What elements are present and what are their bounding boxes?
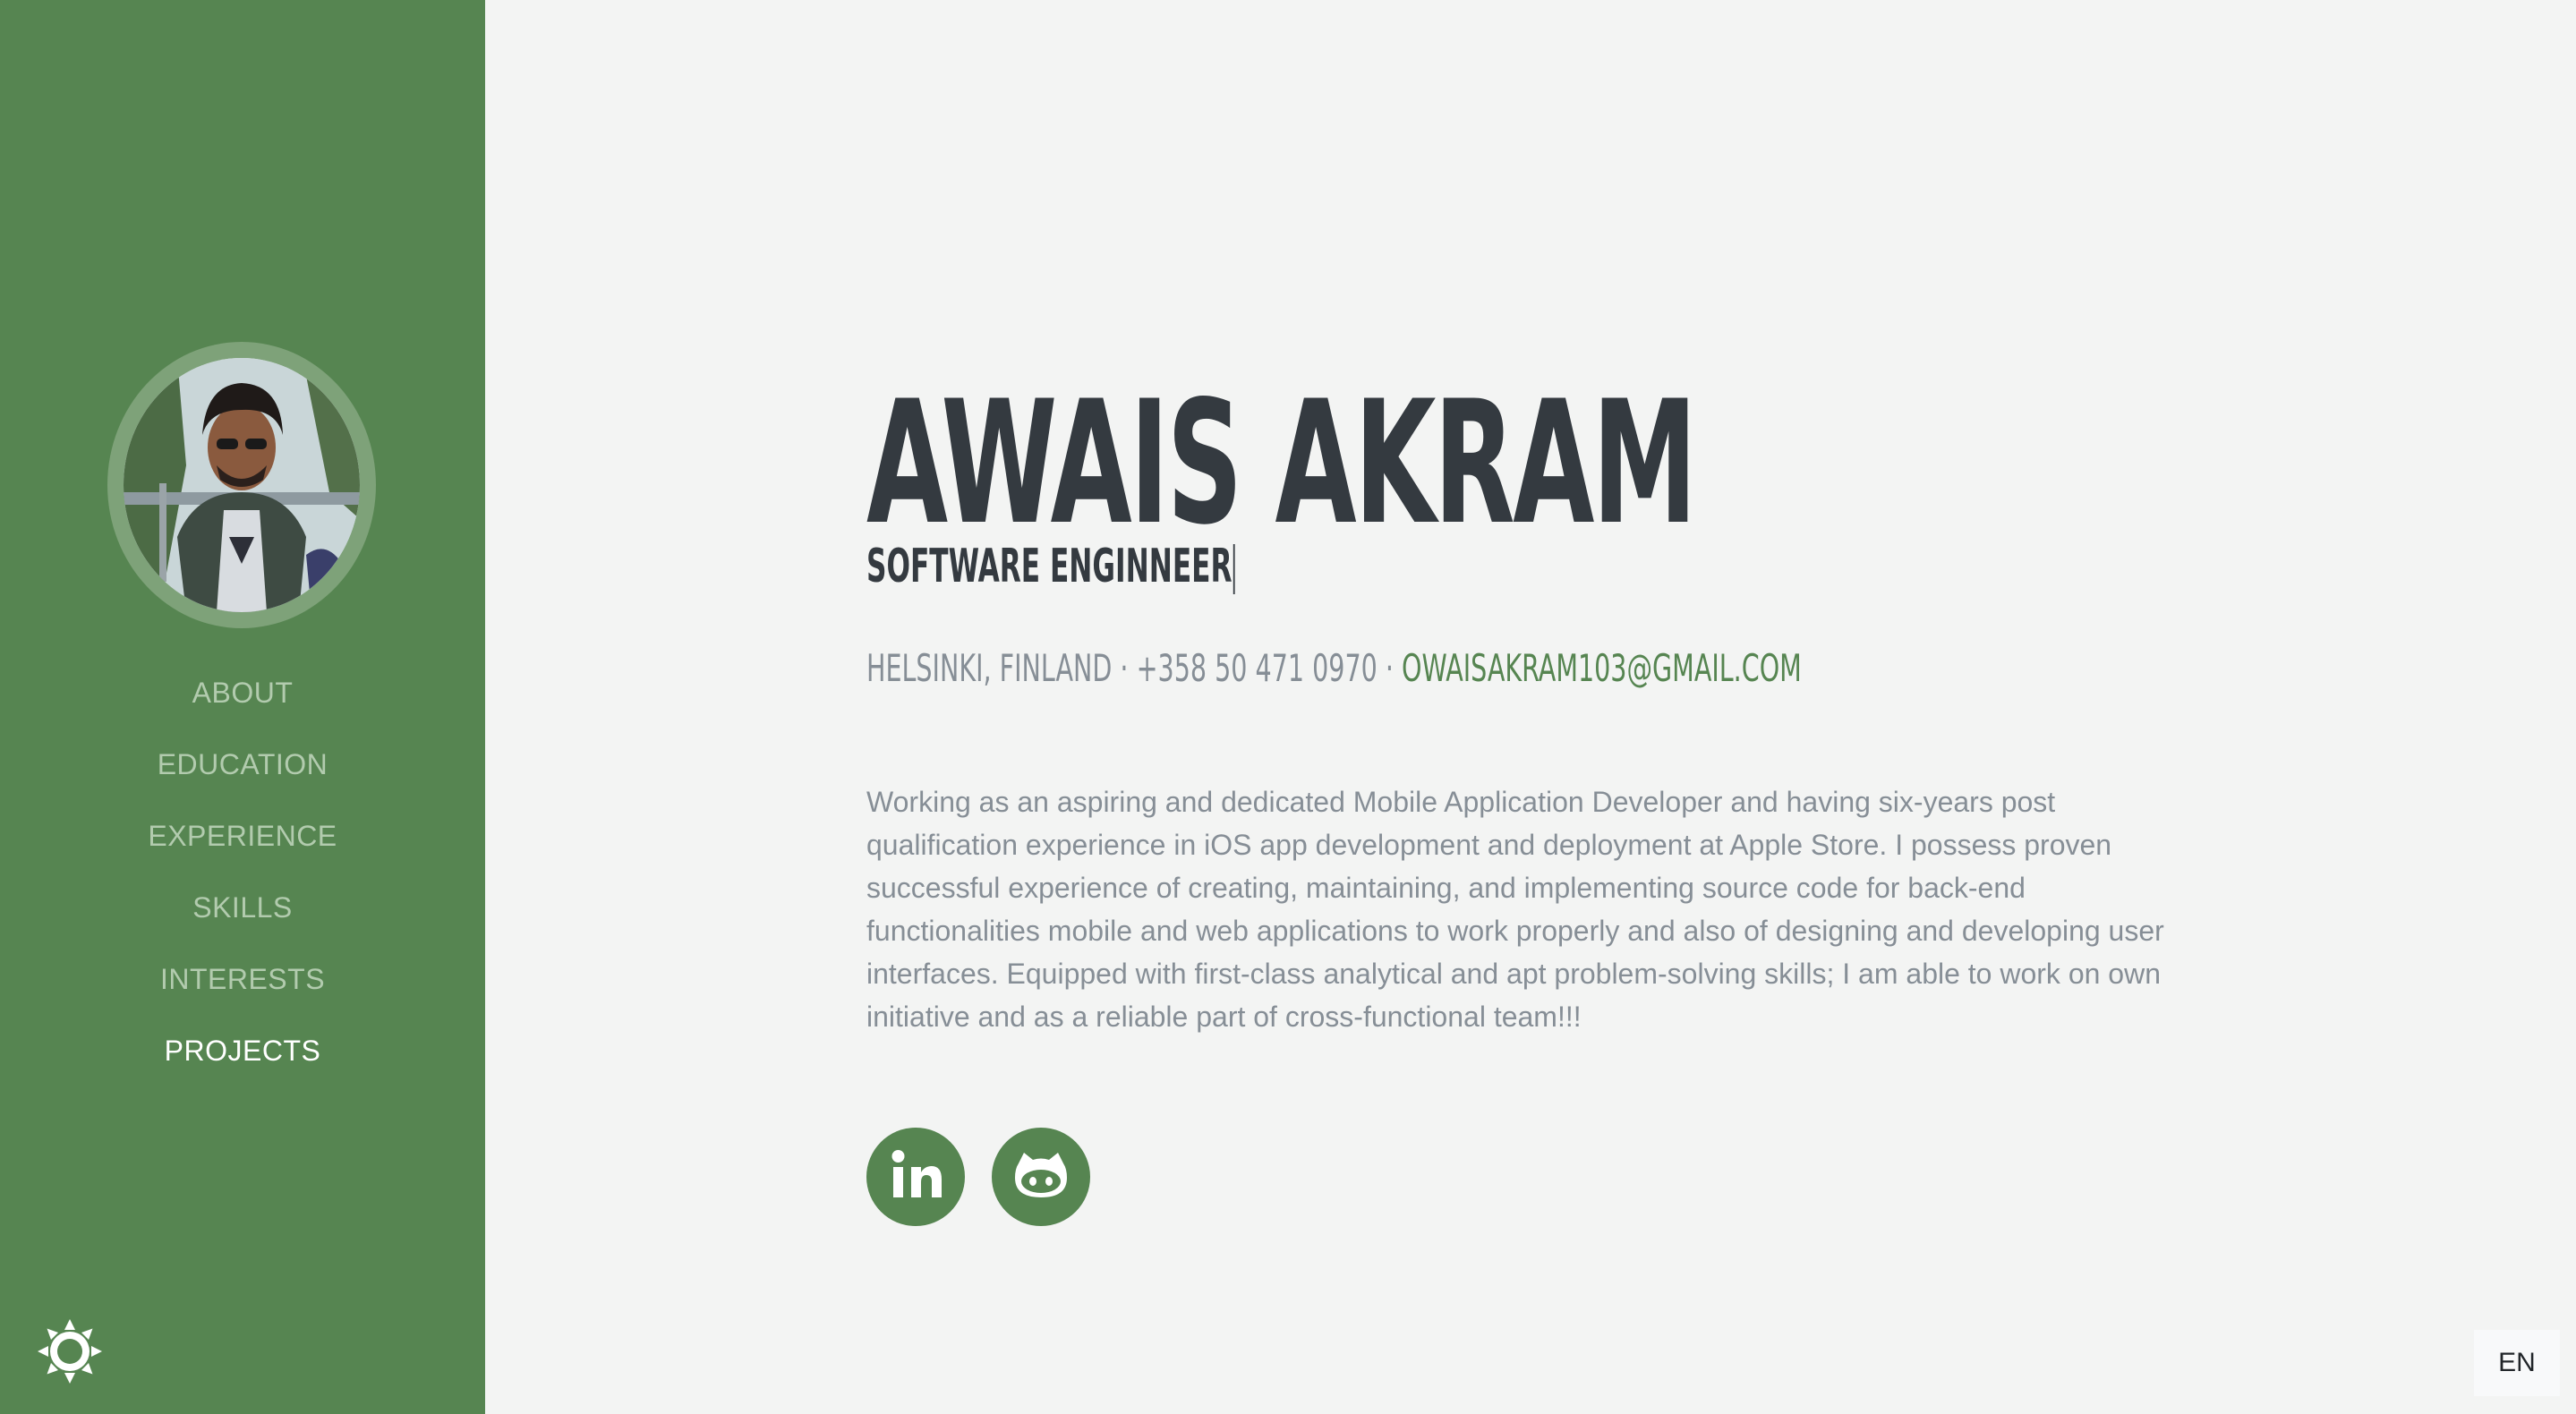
sun-icon[interactable]: [36, 1317, 104, 1385]
location: HELSINKI, FINLAND: [866, 646, 1113, 690]
nav-item-projects[interactable]: PROJECTS: [0, 1026, 485, 1097]
avatar-ring: [107, 342, 376, 628]
linkedin-button[interactable]: [866, 1128, 965, 1226]
language-switcher[interactable]: EN: [2474, 1330, 2560, 1396]
bio: Working as an aspiring and dedicated Mob…: [866, 786, 2164, 1033]
nav-item-experience[interactable]: EXPERIENCE: [0, 811, 485, 882]
nav-item-interests[interactable]: INTERESTS: [0, 954, 485, 1026]
avatar: [124, 358, 360, 612]
nav-item-skills[interactable]: SKILLS: [0, 882, 485, 954]
separator: ·: [1385, 646, 1394, 690]
sidebar-nav: ABOUT EDUCATION EXPERIENCE SKILLS INTERE…: [0, 668, 485, 1097]
job-title: SOFTWARE ENGINNEER: [866, 537, 1235, 596]
github-button[interactable]: [992, 1128, 1090, 1226]
phone: +358 50 471 0970: [1136, 646, 1378, 690]
job-title-text: SOFTWARE ENGINNEER: [866, 540, 1233, 593]
linkedin-icon: [891, 1150, 942, 1197]
nav-item-about[interactable]: ABOUT: [0, 668, 485, 739]
contact-line: HELSINKI, FINLAND · +358 50 471 0970 · O…: [866, 644, 1802, 693]
sidebar: ABOUT EDUCATION EXPERIENCE SKILLS INTERE…: [0, 0, 485, 1414]
page-title: AWAIS AKRAM: [866, 364, 1697, 562]
separator: ·: [1120, 646, 1129, 690]
typing-cursor: [1233, 544, 1235, 594]
email-link[interactable]: OWAISAKRAM103@GMAIL.COM: [1402, 646, 1802, 690]
github-icon: [1015, 1153, 1067, 1197]
nav-item-education[interactable]: EDUCATION: [0, 739, 485, 811]
